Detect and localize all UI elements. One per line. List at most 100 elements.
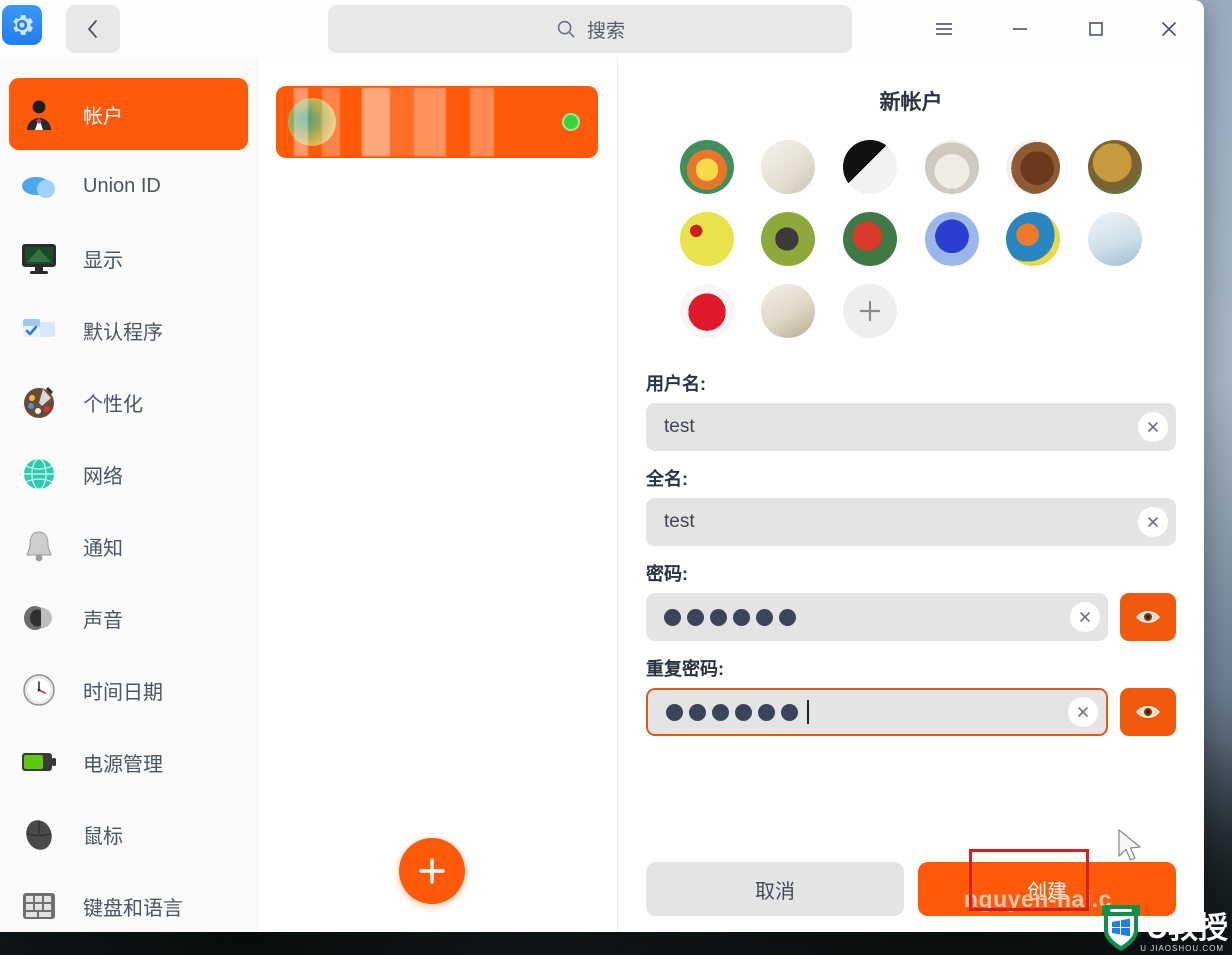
toggle-password-visibility-button[interactable]	[1120, 593, 1176, 641]
minimize-icon[interactable]	[996, 5, 1044, 53]
repeat-password-label: 重复密码:	[646, 659, 724, 679]
sidebar-item-label: 鼠标	[83, 825, 123, 848]
avatar	[288, 98, 336, 146]
avatar-raspberry[interactable]	[679, 284, 734, 338]
sidebar-item-display[interactable]: 显示	[9, 222, 248, 294]
search-placeholder-text: 搜索	[586, 20, 625, 42]
sidebar-item-label: 默认程序	[83, 321, 163, 344]
bell-icon	[17, 524, 61, 568]
password-masked-value	[664, 608, 1070, 626]
title-bar: 搜索	[0, 0, 1204, 58]
sidebar-item-network[interactable]: 网络	[9, 438, 248, 510]
add-avatar-button[interactable]	[843, 284, 898, 338]
repeat-password-row	[646, 688, 1176, 736]
password-label: 密码:	[646, 564, 688, 584]
palette-icon	[17, 380, 61, 424]
cloud-icon	[17, 164, 61, 208]
close-icon[interactable]	[1145, 5, 1193, 53]
eye-icon	[1136, 706, 1160, 718]
new-account-panel: 新帐户 用户名: test 全名: test 密码: 重复密码: 取消 创建	[618, 58, 1204, 932]
fullname-row: test	[646, 498, 1176, 546]
settings-window: 搜索 帐户 Union ID 显示 默认程序 个性化 网络 通知 声音 时间日期…	[0, 0, 1204, 932]
fullname-input[interactable]: test	[646, 498, 1176, 546]
sidebar-item-label: 键盘和语言	[83, 897, 183, 920]
search-input[interactable]: 搜索	[328, 5, 852, 53]
avatar-bed[interactable]	[761, 284, 816, 338]
sidebar-item-union-id[interactable]: Union ID	[9, 150, 248, 222]
sidebar-item-label: 电源管理	[83, 753, 163, 776]
sidebar-item-power[interactable]: 电源管理	[9, 726, 248, 798]
dialog-footer: 取消 创建	[618, 862, 1204, 920]
status-badge	[562, 113, 580, 131]
sidebar-item-personalization[interactable]: 个性化	[9, 366, 248, 438]
avatar-piano[interactable]	[843, 140, 898, 194]
toggle-repeat-password-visibility-button[interactable]	[1120, 688, 1176, 736]
sidebar-item-mouse[interactable]: 鼠标	[9, 798, 248, 870]
speaker-icon	[17, 596, 61, 640]
create-button[interactable]: 创建	[918, 862, 1176, 916]
username-input[interactable]: test	[646, 403, 1176, 451]
user-account-icon	[17, 92, 61, 136]
back-button[interactable]	[66, 5, 120, 53]
sidebar-item-label: 声音	[83, 609, 123, 632]
username-value: test	[664, 416, 695, 437]
sidebar-item-keyboard-language[interactable]: 键盘和语言	[9, 870, 248, 932]
hamburger-menu-icon[interactable]	[920, 5, 968, 53]
avatar-butterfly[interactable]	[761, 212, 816, 266]
sidebar-item-label: Union ID	[83, 174, 161, 197]
password-input[interactable]	[646, 593, 1108, 641]
battery-icon	[17, 740, 61, 784]
sidebar-item-label: 个性化	[83, 393, 143, 416]
search-icon	[557, 20, 575, 38]
maximize-icon[interactable]	[1072, 5, 1120, 53]
sidebar-item-sound[interactable]: 声音	[9, 582, 248, 654]
avatar-tulips[interactable]	[679, 140, 734, 194]
repeat-password-masked-value	[666, 700, 1068, 724]
plus-icon	[419, 858, 445, 884]
sidebar-item-default-apps[interactable]: 默认程序	[9, 294, 248, 366]
clear-password-icon[interactable]	[1070, 602, 1100, 632]
fullname-value: test	[664, 511, 695, 532]
avatar-fish[interactable]	[1088, 212, 1143, 266]
monitor-icon	[17, 236, 61, 280]
chevron-left-icon	[88, 20, 97, 38]
clear-fullname-icon[interactable]	[1138, 507, 1168, 537]
sidebar-item-label: 时间日期	[83, 681, 163, 704]
avatar-horse[interactable]	[1006, 140, 1061, 194]
avatar-balloons[interactable]	[1006, 212, 1061, 266]
plus-icon	[860, 300, 881, 322]
sidebar-item-label: 通知	[83, 537, 123, 560]
mouse-icon	[17, 812, 61, 856]
avatar-hot-air-balloon[interactable]	[924, 212, 979, 266]
avatar-picker	[666, 140, 1156, 338]
add-account-button[interactable]	[399, 838, 465, 904]
eye-icon	[1136, 611, 1160, 623]
fullname-label: 全名:	[646, 469, 688, 489]
avatar-leopard[interactable]	[1088, 140, 1143, 194]
page-title: 新帐户	[879, 91, 943, 114]
sidebar-item-label: 网络	[83, 465, 123, 488]
username-label: 用户名:	[646, 374, 706, 394]
avatar-ladybugs[interactable]	[679, 212, 734, 266]
username-row: test	[646, 403, 1176, 451]
main-content: 帐户 Union ID 显示 默认程序 个性化 网络 通知 声音 时间日期 电源…	[0, 58, 1204, 932]
repeat-password-input[interactable]	[646, 688, 1108, 736]
clock-icon	[17, 668, 61, 712]
keyboard-icon	[17, 884, 61, 928]
sidebar: 帐户 Union ID 显示 默认程序 个性化 网络 通知 声音 时间日期 电源…	[0, 58, 258, 932]
sidebar-item-label: 显示	[83, 249, 123, 272]
network-globe-icon	[17, 452, 61, 496]
sidebar-item-label: 帐户	[83, 105, 123, 128]
cancel-button[interactable]: 取消	[646, 862, 904, 916]
avatar-kitten[interactable]	[924, 140, 979, 194]
default-apps-icon	[17, 308, 61, 352]
avatar-paper-plane[interactable]	[761, 140, 816, 194]
sidebar-item-notifications[interactable]: 通知	[9, 510, 248, 582]
sidebar-item-accounts[interactable]: 帐户	[9, 78, 248, 150]
clear-username-icon[interactable]	[1138, 412, 1168, 442]
clear-repeat-password-icon[interactable]	[1068, 697, 1098, 727]
account-list-item[interactable]	[276, 86, 598, 158]
settings-gear-icon	[2, 5, 42, 45]
sidebar-item-datetime[interactable]: 时间日期	[9, 654, 248, 726]
avatar-parrot[interactable]	[843, 212, 898, 266]
